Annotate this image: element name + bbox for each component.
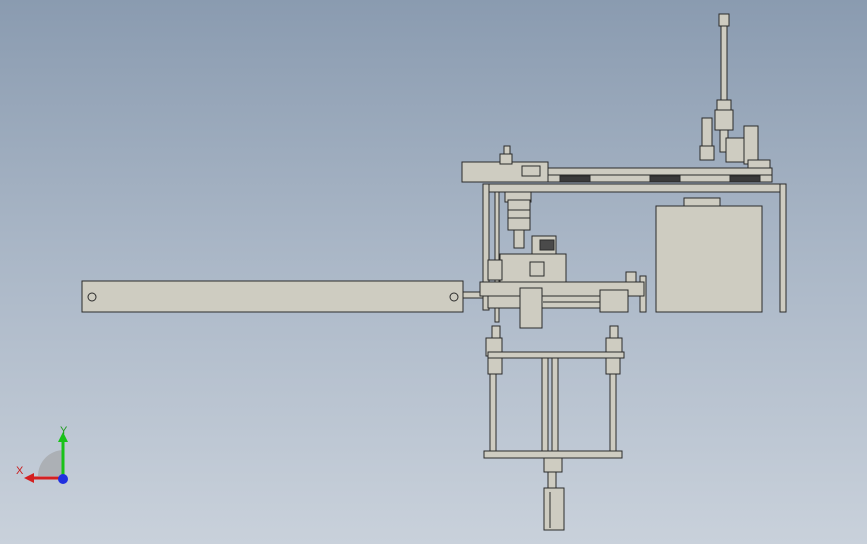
x-axis-label: X (16, 465, 24, 477)
x-arrowhead (24, 473, 34, 483)
triad-shade (38, 450, 64, 476)
graphics-viewport[interactable]: Y X (0, 0, 867, 544)
control-box (655, 205, 763, 313)
y-axis-label: Y (60, 425, 68, 437)
lift-assembly (483, 325, 625, 531)
coordinate-triad: Y X (14, 422, 74, 492)
center-mechanism (479, 191, 645, 329)
assembly-model-view[interactable] (0, 0, 867, 544)
vertical-cylinder (699, 13, 771, 173)
extension-arm (81, 280, 484, 313)
z-axis-dot (58, 474, 68, 484)
